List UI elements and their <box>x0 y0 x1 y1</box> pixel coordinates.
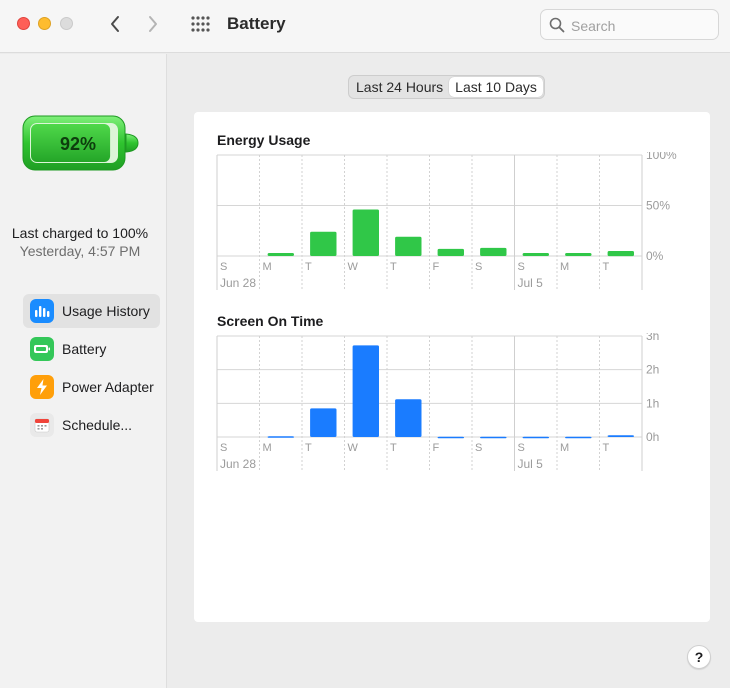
screen-bar <box>522 436 549 439</box>
energy-y-tick-label: 100% <box>646 152 677 162</box>
screen-bar <box>607 435 634 437</box>
screen-bar <box>480 436 507 439</box>
energy-date-label: Jul 5 <box>518 276 544 290</box>
forward-button[interactable] <box>141 12 165 36</box>
usage-panel: Energy Usage 100% 50% 0% S M T W T F S S M T Jun 28 Ju… <box>194 112 710 622</box>
energy-y-tick-label: 50% <box>646 199 670 213</box>
battery-level-icon: 92% <box>22 115 139 171</box>
screen-y-tick-label: 2h <box>646 363 659 377</box>
minimize-button[interactable] <box>38 17 51 30</box>
sidebar-item-label: Power Adapter <box>62 379 154 395</box>
energy-bar <box>522 253 549 256</box>
sidebar-item-usage-history[interactable]: Usage History <box>23 294 160 328</box>
energy-bar <box>565 253 592 256</box>
title-bar: Battery Search <box>0 0 730 53</box>
energy-bar <box>310 231 337 256</box>
screen-x-tick-label: F <box>433 442 440 454</box>
energy-usage-title: Energy Usage <box>217 132 311 148</box>
chevron-left-icon <box>111 16 119 32</box>
energy-x-tick-label: W <box>348 261 359 273</box>
screen-bar <box>565 436 592 439</box>
last-charged-time: Yesterday, 4:57 PM <box>19 243 141 259</box>
energy-x-tick-label: S <box>475 261 482 273</box>
sidebar-item-power-adapter[interactable]: Power Adapter <box>23 370 160 404</box>
segment-last-10-days[interactable]: Last 10 Days <box>449 77 543 97</box>
time-range-segmented-control: Last 24 Hours Last 10 Days <box>348 75 545 99</box>
segment-last-24-hours[interactable]: Last 24 Hours <box>350 77 449 97</box>
screen-x-tick-label: T <box>305 442 312 454</box>
screen-x-tick-label: T <box>603 442 610 454</box>
energy-bar <box>607 251 634 257</box>
energy-bar <box>352 209 379 256</box>
energy-bar <box>267 253 294 256</box>
energy-bar <box>480 247 507 256</box>
sidebar-item-label: Battery <box>62 341 107 357</box>
energy-x-tick-label: T <box>305 261 312 273</box>
energy-x-tick-label: M <box>263 261 272 273</box>
search-field[interactable]: Search <box>540 9 719 40</box>
show-all-grid-icon[interactable] <box>190 15 210 33</box>
zoom-button[interactable] <box>60 17 73 30</box>
search-placeholder: Search <box>571 18 616 34</box>
screen-x-tick-label: S <box>220 442 227 454</box>
screen-x-tick-label: T <box>390 442 397 454</box>
screen-x-tick-label: S <box>518 442 525 454</box>
sidebar-item-label: Usage History <box>62 303 150 319</box>
sidebar: 92% Last charged to 100% Yesterday, 4:57… <box>0 54 167 688</box>
help-button[interactable]: ? <box>687 645 711 669</box>
sidebar-item-label: Schedule... <box>62 417 133 433</box>
sidebar-item-battery[interactable]: Battery <box>23 332 160 366</box>
search-icon <box>549 17 565 33</box>
energy-y-tick-label: 0% <box>646 249 664 263</box>
screen-y-tick-label: 1h <box>646 396 659 410</box>
energy-x-tick-label: T <box>603 261 610 273</box>
screen-y-tick-label: 3h <box>646 333 659 343</box>
screen-bar <box>310 408 337 437</box>
energy-date-label: Jun 28 <box>220 276 256 290</box>
screen-x-tick-label: S <box>475 442 482 454</box>
energy-x-tick-label: M <box>560 261 569 273</box>
energy-bar <box>395 236 422 256</box>
screen-bar <box>437 436 464 439</box>
screen-bar <box>267 436 294 438</box>
screen-y-tick-label: 0h <box>646 430 659 444</box>
screen-x-tick-label: W <box>348 442 359 454</box>
screen-x-tick-label: M <box>560 442 569 454</box>
screen-date-label: Jul 5 <box>518 457 544 471</box>
battery-item-icon <box>30 337 54 361</box>
screen-on-time-title: Screen On Time <box>217 313 324 329</box>
energy-x-tick-label: T <box>390 261 397 273</box>
power-adapter-icon <box>30 375 54 399</box>
last-charged-label: Last charged to 100% <box>11 225 149 241</box>
screen-bar <box>352 345 379 437</box>
battery-percent: 92% <box>60 134 96 154</box>
schedule-icon <box>30 413 54 437</box>
energy-bar <box>437 248 464 256</box>
sidebar-item-schedule[interactable]: Schedule... <box>23 408 160 442</box>
back-button[interactable] <box>103 12 127 36</box>
usage-history-icon <box>30 299 54 323</box>
energy-x-tick-label: F <box>433 261 440 273</box>
energy-x-tick-label: S <box>518 261 525 273</box>
screen-bar <box>395 399 422 437</box>
chevron-right-icon <box>149 16 157 32</box>
screen-date-label: Jun 28 <box>220 457 256 471</box>
screen-on-time-chart: 3h 2h 1h 0h S M T W T F S S M T Jun 28 Jul 5 <box>216 333 659 471</box>
window-title: Battery <box>227 14 286 33</box>
screen-x-tick-label: M <box>263 442 272 454</box>
close-button[interactable] <box>17 17 30 30</box>
energy-x-tick-label: S <box>220 261 227 273</box>
